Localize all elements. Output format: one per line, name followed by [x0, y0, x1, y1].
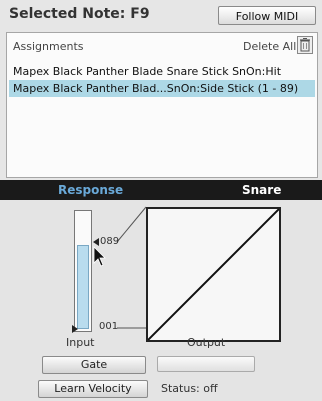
gate-button[interactable]: Gate: [42, 356, 146, 374]
response-section: Response Snare 089 001 Input Output Gate…: [0, 180, 322, 401]
lower-range-value: 001: [99, 321, 119, 332]
output-axis-label: Output: [187, 336, 226, 349]
follow-midi-button[interactable]: Follow MIDI: [218, 6, 316, 25]
list-item[interactable]: Mapex Black Panther Blade Snare Stick Sn…: [9, 63, 315, 80]
response-curve-graph[interactable]: [146, 207, 281, 342]
learn-velocity-button[interactable]: Learn Velocity: [38, 380, 148, 398]
upper-connector-line: [116, 206, 147, 243]
cursor-icon: [93, 246, 106, 267]
upper-range-handle[interactable]: [93, 238, 99, 246]
note-assignment-section: Selected Note: F9 Follow MIDI Assignment…: [0, 0, 322, 180]
response-curve-line: [147, 208, 280, 341]
lower-range-handle[interactable]: [72, 325, 78, 333]
status-text: Status: off: [161, 382, 218, 395]
gate-value-slider[interactable]: [157, 356, 255, 372]
input-axis-label: Input: [66, 336, 95, 349]
trash-icon[interactable]: [297, 36, 313, 54]
list-item[interactable]: Mapex Black Panther Blad...SnOn:Side Sti…: [9, 80, 315, 97]
assignments-label: Assignments: [13, 40, 84, 53]
upper-range-value: 089: [100, 236, 120, 247]
delete-all-button[interactable]: Delete All: [243, 40, 296, 53]
assignments-panel: Assignments Delete All Mapex Black Panth…: [6, 32, 318, 178]
selected-note-title: Selected Note: F9: [9, 6, 150, 22]
